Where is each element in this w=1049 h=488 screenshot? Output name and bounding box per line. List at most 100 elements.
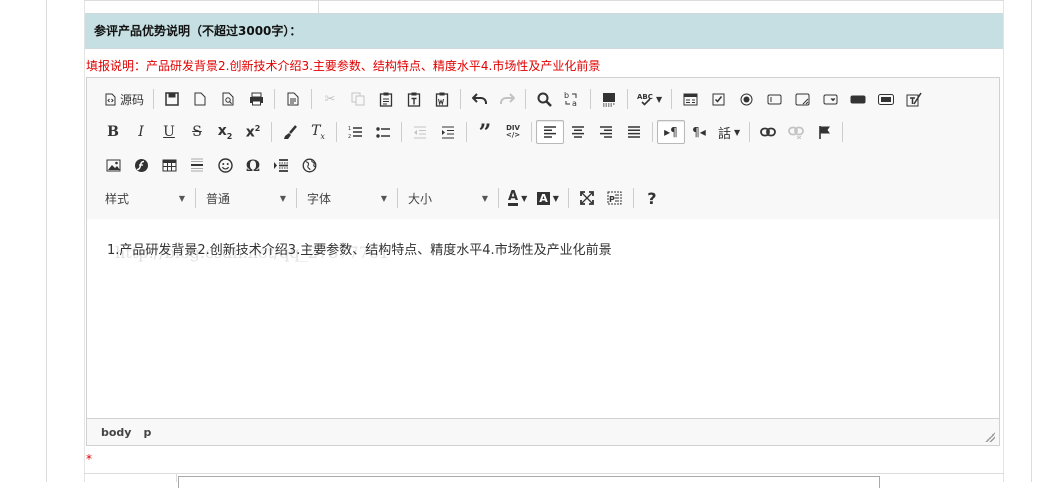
new-page-button[interactable] <box>186 87 214 111</box>
preview-button[interactable] <box>214 87 242 111</box>
align-center-button[interactable] <box>564 120 592 144</box>
resize-handle-icon[interactable] <box>985 432 995 442</box>
toolbar-separator <box>632 188 634 208</box>
text-field-icon <box>767 94 782 104</box>
chevron-down-icon: ▼ <box>552 193 559 203</box>
create-div-button[interactable]: DIV </> <box>499 120 527 144</box>
chevron-down-icon: ▼ <box>521 193 528 203</box>
create-div-icon: DIV </> <box>505 124 521 139</box>
horizontal-line-button[interactable] <box>183 153 211 177</box>
numbered-list-button[interactable]: 12 <box>341 120 369 144</box>
flash-button[interactable] <box>127 153 155 177</box>
subscript-button[interactable]: x2 <box>211 120 239 144</box>
select-all-button[interactable] <box>595 87 623 111</box>
toolbar-separator <box>466 122 467 142</box>
redo-button[interactable] <box>493 87 521 111</box>
special-char-button[interactable]: Ω <box>239 153 267 177</box>
toolbar-separator <box>531 122 532 142</box>
smiley-button[interactable] <box>211 153 239 177</box>
button-field-button[interactable] <box>844 87 872 111</box>
source-button[interactable]: 源码 <box>99 87 149 111</box>
language-button[interactable]: 話 ▼ <box>713 120 745 144</box>
language-icon: 話 <box>718 126 732 142</box>
format-combo[interactable]: 样式 ▼ <box>99 187 191 209</box>
spell-check-button[interactable]: ABC ▼ <box>632 87 667 111</box>
undo-button[interactable] <box>465 87 493 111</box>
format-combo-label: 样式 <box>105 191 130 206</box>
background-color-icon: A <box>537 191 550 205</box>
page-break-button[interactable] <box>267 153 295 177</box>
paste-button[interactable] <box>372 87 400 111</box>
form-button[interactable] <box>676 87 704 111</box>
iframe-button[interactable] <box>295 153 323 177</box>
outdent-button[interactable] <box>406 120 434 144</box>
underline-button[interactable]: U <box>155 120 183 144</box>
hidden-field-button[interactable] <box>900 87 928 111</box>
bulleted-list-button[interactable] <box>369 120 397 144</box>
link-button[interactable] <box>754 120 782 144</box>
form-icon <box>683 93 698 105</box>
show-blocks-button[interactable]: P <box>601 186 629 210</box>
find-button[interactable] <box>530 87 558 111</box>
remove-format-button[interactable]: Tx <box>304 120 332 144</box>
editor-content-area[interactable]: http://blog.csdn.net/qq_27877761 1.产品研发背… <box>87 219 999 418</box>
checkbox-button[interactable] <box>704 87 732 111</box>
blockquote-button[interactable]: ” <box>471 120 499 144</box>
path-item-p[interactable]: p <box>141 426 153 439</box>
indent-button[interactable] <box>434 120 462 144</box>
cut-button[interactable]: ✂ <box>316 87 344 111</box>
font-size-combo[interactable]: 大小 ▼ <box>402 187 494 209</box>
text-color-button[interactable]: A ▼ <box>503 186 532 210</box>
font-size-combo-label: 大小 <box>408 191 433 206</box>
text-direction-rtl-button[interactable]: ¶◂ <box>685 120 713 144</box>
align-right-button[interactable] <box>592 120 620 144</box>
image-button[interactable] <box>99 153 127 177</box>
align-left-button[interactable] <box>536 120 564 144</box>
paste-text-button[interactable] <box>400 87 428 111</box>
textarea-button[interactable] <box>788 87 816 111</box>
save-button[interactable] <box>158 87 186 111</box>
strikethrough-button[interactable]: S <box>183 120 211 144</box>
table-button[interactable] <box>155 153 183 177</box>
templates-button[interactable] <box>279 87 307 111</box>
superscript-button[interactable]: x2 <box>239 120 267 144</box>
svg-text:b: b <box>564 91 569 100</box>
copy-button[interactable] <box>344 87 372 111</box>
smiley-icon <box>217 157 233 173</box>
editor-paragraph[interactable]: 1.产品研发背景2.创新技术介绍3.主要参数、结构特点、精度水平4.市场性及产业… <box>107 239 612 258</box>
replace-button[interactable]: ba <box>558 87 586 111</box>
toolbar-row-4: 样式 ▼ 普通 ▼ 字体 ▼ 大小 ▼ A ▼ A ▼ P ? <box>99 185 666 211</box>
numbered-list-icon: 12 <box>348 126 362 139</box>
paste-text-icon <box>407 92 421 107</box>
path-item-body[interactable]: body <box>99 426 133 439</box>
toolbar-separator <box>311 89 313 109</box>
toolbar-separator <box>397 188 398 208</box>
text-field-button[interactable] <box>760 87 788 111</box>
hidden-field-icon <box>906 92 922 106</box>
copy-format-button[interactable] <box>276 120 304 144</box>
toolbar-separator <box>401 122 402 142</box>
next-input-field[interactable] <box>178 476 880 488</box>
maximize-button[interactable] <box>573 186 601 210</box>
bold-button[interactable]: B <box>99 120 127 144</box>
background-color-button[interactable]: A ▼ <box>532 186 564 210</box>
align-right-icon <box>600 126 612 138</box>
font-combo[interactable]: 字体 ▼ <box>301 187 393 209</box>
italic-button[interactable]: I <box>127 120 155 144</box>
print-button[interactable] <box>242 87 270 111</box>
unlink-button[interactable] <box>782 120 810 144</box>
paragraph-format-combo[interactable]: 普通 ▼ <box>200 187 292 209</box>
toolbar-row-2: B I U S x2 x2 Tx 12 ” DIV </> ▸¶ ¶◂ 話 ▼ <box>99 119 847 145</box>
about-button[interactable]: ? <box>638 186 666 210</box>
table-icon <box>162 159 176 171</box>
paste-word-button[interactable] <box>428 87 456 111</box>
select-field-button[interactable] <box>816 87 844 111</box>
text-direction-ltr-button[interactable]: ▸¶ <box>657 120 685 144</box>
editor-element-path: body p <box>87 418 999 445</box>
radio-button[interactable] <box>732 87 760 111</box>
italic-icon: I <box>138 124 144 140</box>
image-button-field-button[interactable] <box>872 87 900 111</box>
anchor-button[interactable] <box>810 120 838 144</box>
redo-icon <box>499 93 515 104</box>
justify-button[interactable] <box>620 120 648 144</box>
